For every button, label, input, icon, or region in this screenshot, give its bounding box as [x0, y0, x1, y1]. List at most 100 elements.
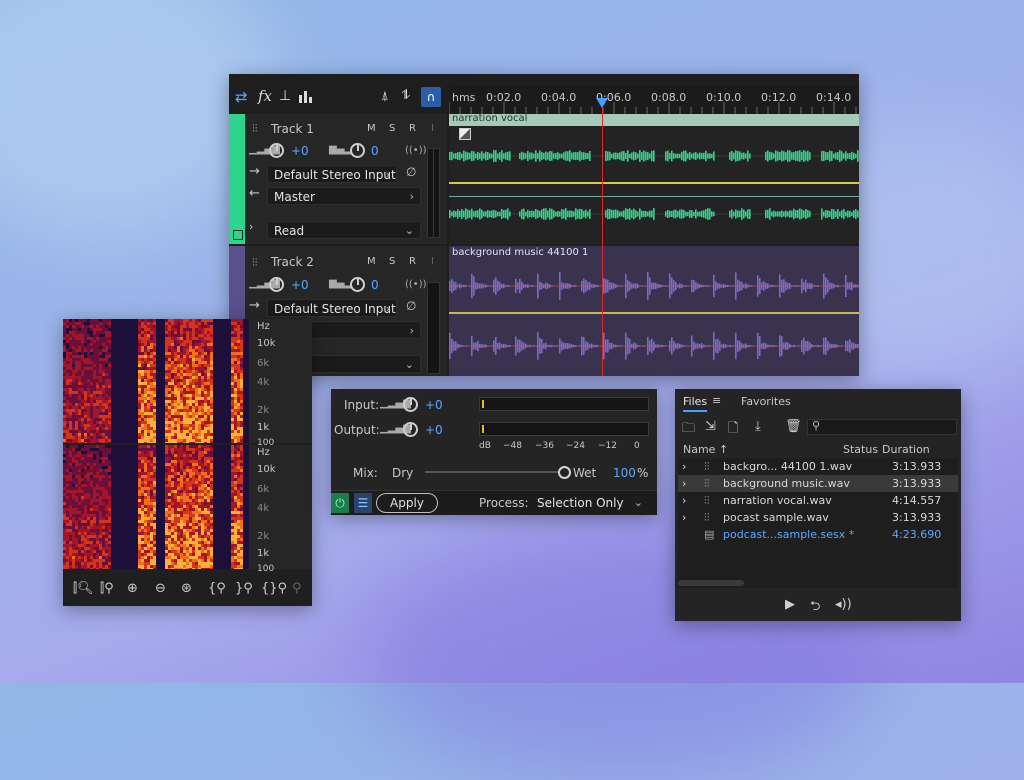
column-name[interactable]: Name ↑ — [683, 443, 728, 456]
pan-value[interactable]: 0 — [371, 144, 379, 158]
panel-menu-icon[interactable]: ≡ — [712, 394, 721, 407]
autoplay-icon[interactable]: ◂)) — [835, 597, 852, 612]
files-column-headers: Name ↑ Status Duration — [675, 442, 961, 458]
meter-scale-label: −36 — [535, 441, 554, 451]
list-icon[interactable]: ☰ — [354, 493, 372, 513]
files-search-input[interactable]: ⚲ — [807, 419, 957, 435]
timeline-ruler[interactable]: hms 0:02.0 0:04.0 0:06.0 0:08.0 0:10.0 0… — [449, 86, 859, 114]
list-item[interactable]: ▤ podcast...sample.sesx * 4:23.690 — [678, 526, 958, 543]
expand-chevron-icon[interactable]: › — [682, 494, 686, 507]
phase-icon[interactable]: ∅ — [406, 165, 416, 179]
play-icon[interactable]: ▶ — [785, 597, 795, 612]
process-label: Process: — [479, 496, 529, 510]
expand-chevron-icon[interactable]: › — [682, 460, 686, 473]
track-2-lane[interactable]: background music 44100 1 — [449, 246, 859, 376]
power-button[interactable]: ⏻ — [331, 493, 349, 513]
tab-files[interactable]: Files — [683, 395, 707, 408]
horizontal-scrollbar[interactable] — [678, 580, 744, 586]
track-1-output-select[interactable]: Master › — [267, 187, 421, 205]
process-select[interactable]: Selection Only ⌄ — [531, 494, 649, 512]
playhead-handle[interactable] — [596, 98, 608, 108]
hz-label: 10k — [257, 338, 276, 349]
record-button[interactable]: R — [409, 256, 416, 267]
output-gain-value[interactable]: +0 — [425, 423, 443, 437]
zoom-reset-icon[interactable]: ⚲ — [292, 581, 302, 596]
input-monitor-button[interactable]: I — [431, 256, 434, 267]
zoom-out-amplitude-icon[interactable]: ⫿⚲ — [100, 581, 114, 596]
expand-chevron-icon[interactable]: › — [682, 511, 686, 524]
list-item[interactable]: › ⫶⫶ pocast sample.wav 3:13.933 — [678, 509, 958, 526]
zoom-in-time-icon[interactable]: ⊕ — [127, 581, 138, 596]
loop-icon[interactable]: ⮌ — [810, 597, 820, 619]
files-toolbar: 🗀 ⇲ 🗋 ⤓ 🗑 ⚲ — [675, 417, 961, 439]
hz-label: 4k — [257, 377, 270, 388]
zoom-in-amplitude-icon[interactable]: ⫿🔍︎ — [73, 581, 94, 596]
pan-knob[interactable] — [350, 143, 365, 158]
metronome-icon[interactable]: ⍋ — [381, 89, 389, 104]
expand-chevron-icon[interactable]: › — [249, 220, 253, 233]
track-1-input-select[interactable]: Default Stereo Input › — [267, 165, 397, 183]
zoom-out-time-icon[interactable]: ⊖ — [155, 581, 166, 596]
spectral-display-top[interactable] — [63, 319, 249, 443]
column-status[interactable]: Status — [843, 443, 878, 456]
list-item[interactable]: › ⫶⫶ backgro... 44100 1.wav 3:13.933 — [678, 458, 958, 475]
search-icon: ⚲ — [812, 419, 821, 432]
eq-icon[interactable] — [299, 89, 312, 103]
swap-icon[interactable]: ⇄ — [235, 88, 253, 106]
input-monitor-button[interactable]: I — [431, 123, 434, 134]
pan-value[interactable]: 0 — [371, 278, 379, 292]
new-file-icon[interactable]: 🗋 — [728, 419, 738, 441]
zoom-selection-icon[interactable]: ⊛ — [181, 581, 192, 596]
volume-value[interactable]: +0 — [291, 144, 309, 158]
waveform-file-icon: ⫶⫶ — [704, 494, 710, 507]
tab-favorites[interactable]: Favorites — [741, 395, 791, 408]
zoom-out-full-icon[interactable]: {}⚲ — [261, 581, 287, 596]
track-1-lane[interactable]: narration vocal — [449, 113, 859, 244]
zoom-in-point-icon[interactable]: {⚲ — [208, 581, 226, 596]
volume-value[interactable]: +0 — [291, 278, 309, 292]
track-name[interactable]: Track 2 — [271, 255, 314, 269]
output-gain-knob[interactable] — [403, 422, 418, 437]
solo-button[interactable]: S — [389, 256, 395, 267]
insert-icon[interactable]: ⤓ — [755, 419, 761, 434]
files-tab-bar: Files ≡ Favorites — [675, 389, 961, 413]
fx-icon[interactable]: fx — [258, 87, 272, 105]
meter-scale-label: −24 — [566, 441, 585, 451]
meter-scale-label: dB — [479, 441, 491, 451]
track-1-header: ⫶⫶ Track 1 M S R I ▁▂▄▆ +0 ▆▄▂ 0 ((•)) →… — [229, 114, 447, 244]
stereo-icon: ((•)) — [405, 145, 427, 156]
volume-knob[interactable] — [269, 277, 284, 292]
phase-icon[interactable]: ∅ — [406, 299, 416, 313]
mute-button[interactable]: M — [367, 123, 376, 134]
apply-button[interactable]: Apply — [376, 493, 438, 513]
record-button[interactable]: R — [409, 123, 416, 134]
track-name[interactable]: Track 1 — [271, 122, 314, 136]
zoom-out-point-icon[interactable]: }⚲ — [235, 581, 253, 596]
list-item[interactable]: › ⫶⫶ narration vocal.wav 4:14.557 — [678, 492, 958, 509]
hz-label: 4k — [257, 503, 270, 514]
volume-knob[interactable] — [269, 143, 284, 158]
delete-icon[interactable]: 🗑 — [785, 419, 802, 434]
monitor-icon[interactable]: ∩ — [421, 87, 441, 107]
solo-button[interactable]: S — [389, 123, 395, 134]
sends-icon[interactable]: ⊥ — [279, 88, 291, 104]
spectral-display-bottom[interactable] — [63, 445, 249, 569]
input-gain-knob[interactable] — [403, 397, 418, 412]
column-duration[interactable]: Duration — [882, 443, 930, 456]
track-select-checkbox[interactable] — [233, 230, 243, 240]
mix-value[interactable]: 100 — [613, 466, 636, 480]
punch-icon[interactable]: ⥮ — [401, 88, 410, 103]
automation-mode-select[interactable]: Read ⌄ — [267, 221, 421, 239]
clip-header[interactable]: narration vocal — [449, 113, 859, 126]
mix-slider-thumb[interactable] — [558, 466, 571, 479]
import-icon[interactable]: ⇲ — [705, 419, 716, 434]
open-folder-icon[interactable]: 🗀 — [682, 419, 695, 441]
pan-knob[interactable] — [350, 277, 365, 292]
mix-slider[interactable] — [425, 471, 565, 473]
track-2-input-select[interactable]: Default Stereo Input › — [267, 299, 397, 317]
input-gain-value[interactable]: +0 — [425, 398, 443, 412]
expand-chevron-icon[interactable]: › — [682, 477, 686, 490]
list-item[interactable]: › ⫶⫶ background music.wav 3:13.933 — [678, 475, 958, 492]
mute-button[interactable]: M — [367, 256, 376, 267]
ruler-unit: hms — [452, 91, 476, 104]
